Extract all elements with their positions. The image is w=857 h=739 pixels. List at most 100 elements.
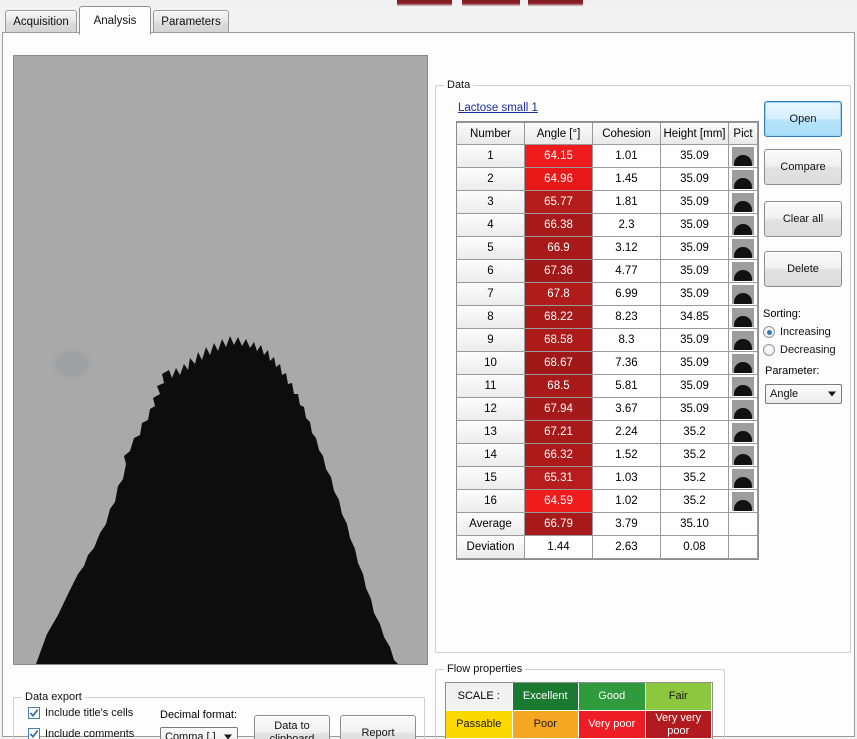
column-header-height[interactable]: Height [mm] <box>661 122 729 145</box>
cell-number[interactable]: 12 <box>457 398 525 421</box>
table-row[interactable]: 11 68.5 5.81 35.09 <box>457 375 758 398</box>
cell-angle[interactable]: 64.15 <box>525 145 593 168</box>
cell-pict-thumbnail[interactable] <box>729 467 758 490</box>
clear-all-button[interactable]: Clear all <box>764 201 842 237</box>
cell-cohesion[interactable]: 1.03 <box>593 467 661 490</box>
cell-number[interactable]: 7 <box>457 283 525 306</box>
table-row[interactable]: 10 68.67 7.36 35.09 <box>457 352 758 375</box>
cell-pict-thumbnail[interactable] <box>729 260 758 283</box>
cell-pict-thumbnail[interactable] <box>729 168 758 191</box>
cell-pict-thumbnail[interactable] <box>729 191 758 214</box>
cell-number[interactable]: 11 <box>457 375 525 398</box>
cell-pict-thumbnail[interactable] <box>729 237 758 260</box>
parameter-select[interactable]: Angle <box>765 384 842 404</box>
cell-angle[interactable]: 68.22 <box>525 306 593 329</box>
cell-height[interactable]: 34.85 <box>661 306 729 329</box>
compare-button[interactable]: Compare <box>764 149 842 185</box>
include-titles-cells-checkbox[interactable] <box>28 707 40 719</box>
cell-height[interactable]: 35.09 <box>661 191 729 214</box>
cell-cohesion[interactable]: 8.3 <box>593 329 661 352</box>
cell-cohesion[interactable]: 5.81 <box>593 375 661 398</box>
cell-cohesion[interactable]: 1.81 <box>593 191 661 214</box>
table-row[interactable]: 7 67.8 6.99 35.09 <box>457 283 758 306</box>
include-comments-row[interactable]: Include comments <box>28 728 134 739</box>
cell-height[interactable]: 35.09 <box>661 168 729 191</box>
cell-height[interactable]: 35.2 <box>661 444 729 467</box>
cell-pict-thumbnail[interactable] <box>729 375 758 398</box>
table-row[interactable]: 14 66.32 1.52 35.2 <box>457 444 758 467</box>
tab-analysis[interactable]: Analysis <box>79 6 151 35</box>
cell-pict-thumbnail[interactable] <box>729 306 758 329</box>
cell-height[interactable]: 35.09 <box>661 398 729 421</box>
cell-cohesion[interactable]: 1.01 <box>593 145 661 168</box>
cell-number[interactable]: 2 <box>457 168 525 191</box>
table-row[interactable]: 4 66.38 2.3 35.09 <box>457 214 758 237</box>
table-row[interactable]: 13 67.21 2.24 35.2 <box>457 421 758 444</box>
cell-number[interactable]: 1 <box>457 145 525 168</box>
cell-cohesion[interactable]: 1.52 <box>593 444 661 467</box>
cell-number[interactable]: 6 <box>457 260 525 283</box>
cell-height[interactable]: 35.09 <box>661 260 729 283</box>
cell-angle[interactable]: 64.59 <box>525 490 593 513</box>
cell-number[interactable]: 16 <box>457 490 525 513</box>
measurements-table[interactable]: Number Angle [°] Cohesion Height [mm] Pi… <box>456 121 759 560</box>
column-header-angle[interactable]: Angle [°] <box>525 122 593 145</box>
cell-pict-thumbnail[interactable] <box>729 444 758 467</box>
cell-angle[interactable]: 66.38 <box>525 214 593 237</box>
cell-height[interactable]: 35.09 <box>661 214 729 237</box>
cell-angle[interactable]: 67.21 <box>525 421 593 444</box>
cell-pict-thumbnail[interactable] <box>729 490 758 513</box>
cell-cohesion[interactable]: 6.99 <box>593 283 661 306</box>
cell-cohesion[interactable]: 8.23 <box>593 306 661 329</box>
sorting-decreasing-radio[interactable] <box>763 344 775 356</box>
cell-angle[interactable]: 67.94 <box>525 398 593 421</box>
data-to-clipboard-button[interactable]: Data to clipboard <box>254 715 330 739</box>
cell-number[interactable]: 13 <box>457 421 525 444</box>
table-row[interactable]: 12 67.94 3.67 35.09 <box>457 398 758 421</box>
cell-angle[interactable]: 66.32 <box>525 444 593 467</box>
cell-height[interactable]: 35.2 <box>661 467 729 490</box>
table-row[interactable]: 3 65.77 1.81 35.09 <box>457 191 758 214</box>
cell-number[interactable]: 3 <box>457 191 525 214</box>
report-button[interactable]: Report <box>340 715 416 739</box>
cell-angle[interactable]: 68.58 <box>525 329 593 352</box>
cell-cohesion[interactable]: 3.12 <box>593 237 661 260</box>
cell-height[interactable]: 35.2 <box>661 490 729 513</box>
cell-angle[interactable]: 67.8 <box>525 283 593 306</box>
cell-cohesion[interactable]: 2.3 <box>593 214 661 237</box>
cell-height[interactable]: 35.09 <box>661 145 729 168</box>
table-row[interactable]: 6 67.36 4.77 35.09 <box>457 260 758 283</box>
cell-angle[interactable]: 64.96 <box>525 168 593 191</box>
table-row[interactable]: 2 64.96 1.45 35.09 <box>457 168 758 191</box>
cell-angle[interactable]: 65.77 <box>525 191 593 214</box>
decimal-format-select[interactable]: Comma [,] <box>160 727 238 739</box>
sorting-decreasing-row[interactable]: Decreasing <box>763 344 836 356</box>
table-row[interactable]: 8 68.22 8.23 34.85 <box>457 306 758 329</box>
heap-image-panel[interactable] <box>13 55 428 665</box>
cell-cohesion[interactable]: 1.45 <box>593 168 661 191</box>
cell-number[interactable]: 9 <box>457 329 525 352</box>
cell-height[interactable]: 35.09 <box>661 375 729 398</box>
table-row[interactable]: 9 68.58 8.3 35.09 <box>457 329 758 352</box>
cell-cohesion[interactable]: 2.24 <box>593 421 661 444</box>
cell-angle[interactable]: 67.36 <box>525 260 593 283</box>
cell-angle[interactable]: 65.31 <box>525 467 593 490</box>
cell-number[interactable]: 14 <box>457 444 525 467</box>
cell-height[interactable]: 35.2 <box>661 421 729 444</box>
table-row[interactable]: 16 64.59 1.02 35.2 <box>457 490 758 513</box>
cell-height[interactable]: 35.09 <box>661 352 729 375</box>
cell-height[interactable]: 35.09 <box>661 329 729 352</box>
cell-pict-thumbnail[interactable] <box>729 329 758 352</box>
cell-cohesion[interactable]: 7.36 <box>593 352 661 375</box>
sample-link[interactable]: Lactose small 1 <box>458 102 538 114</box>
cell-pict-thumbnail[interactable] <box>729 214 758 237</box>
cell-height[interactable]: 35.09 <box>661 237 729 260</box>
cell-number[interactable]: 4 <box>457 214 525 237</box>
column-header-number[interactable]: Number <box>457 122 525 145</box>
cell-pict-thumbnail[interactable] <box>729 421 758 444</box>
table-row[interactable]: 15 65.31 1.03 35.2 <box>457 467 758 490</box>
tab-parameters[interactable]: Parameters <box>153 10 229 33</box>
column-header-cohesion[interactable]: Cohesion <box>593 122 661 145</box>
cell-pict-thumbnail[interactable] <box>729 352 758 375</box>
include-titles-cells-row[interactable]: Include title's cells <box>28 707 133 719</box>
